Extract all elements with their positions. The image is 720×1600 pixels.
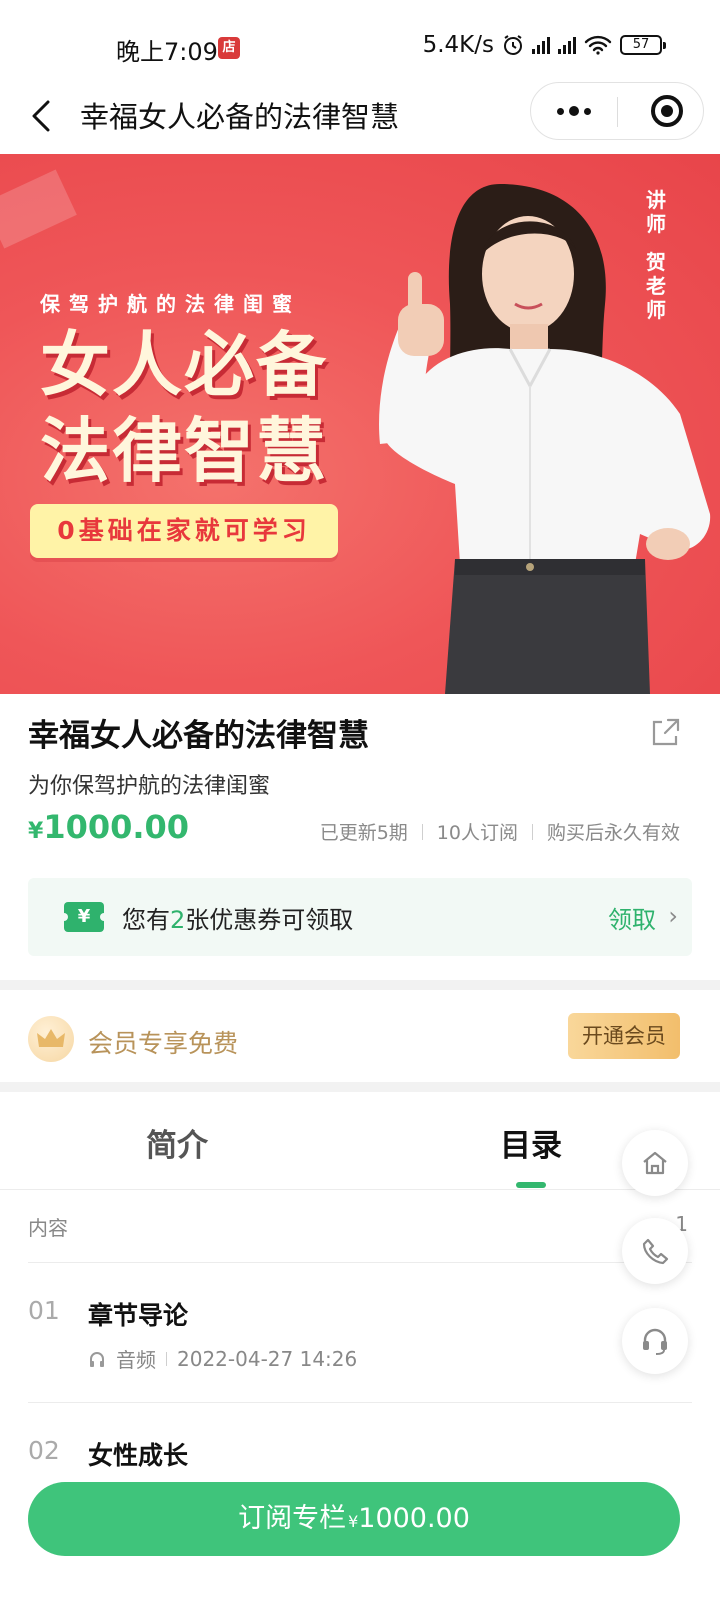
course-meta: 已更新5期 10人订阅 购买后永久有效 xyxy=(320,818,680,845)
tab-intro[interactable]: 简介 xyxy=(146,1120,208,1165)
coupon-banner[interactable]: ¥ 您有2张优惠券可领取 领取 › xyxy=(28,878,692,956)
dot-icon xyxy=(557,107,564,115)
banner-headline-line2: 法律智慧 xyxy=(40,410,328,492)
lesson-number: 01 xyxy=(28,1296,60,1325)
lesson-date: 2022-04-27 14:26 xyxy=(177,1346,358,1371)
chevron-right-icon: › xyxy=(668,902,678,930)
banner-headline: 女人必备 法律智慧 xyxy=(40,322,328,494)
list-item[interactable]: 01 章节导论 音频 2022-04-27 14:26 xyxy=(28,1296,692,1376)
price-value: 1000.00 xyxy=(43,808,190,846)
lesson-title: 女性成长 xyxy=(88,1441,189,1470)
banner-pill: 0基础在家就可学习 xyxy=(30,504,338,558)
back-button[interactable] xyxy=(24,94,64,138)
home-button[interactable] xyxy=(622,1130,688,1196)
coupon-claim-link[interactable]: 领取 xyxy=(608,900,656,935)
nav-title: 幸福女人必备的法律智慧 xyxy=(80,100,400,134)
shop-app-badge: 店 xyxy=(218,37,240,59)
dot-icon xyxy=(569,106,579,116)
banner-decoration xyxy=(0,169,77,249)
section-divider xyxy=(0,980,720,990)
lecturer-name: 贺老师 xyxy=(646,250,666,322)
course-subtitle: 为你保驾护航的法律闺蜜 xyxy=(28,774,271,799)
share-icon xyxy=(652,718,680,746)
content-tabs: 简介 目录 xyxy=(0,1100,720,1190)
lesson-number: 02 xyxy=(28,1436,60,1465)
capsule-divider xyxy=(617,97,618,127)
lesson-type: 音频 xyxy=(116,1348,156,1372)
row-divider xyxy=(28,1402,692,1403)
phone-icon xyxy=(642,1238,669,1265)
mini-program-capsule xyxy=(530,82,704,140)
share-button[interactable] xyxy=(648,716,682,750)
status-indicators: 5.4K/s 57 xyxy=(422,32,666,58)
price-currency: ¥ xyxy=(28,819,44,844)
status-bar: 晚上7:09 店 5.4K/s 57 xyxy=(0,0,720,80)
subscribe-price: 1000.00 xyxy=(358,1503,470,1534)
close-mini-program-button[interactable] xyxy=(631,83,703,139)
alarm-icon xyxy=(504,35,522,55)
customer-service-button[interactable] xyxy=(622,1308,688,1374)
subscribe-currency: ¥ xyxy=(348,1512,359,1531)
banner-headline-line1: 女人必备 xyxy=(40,324,328,406)
home-icon xyxy=(643,1151,667,1175)
signal-hd2-icon xyxy=(558,36,576,54)
lecturer-tag: 讲师 贺老师 xyxy=(644,188,668,322)
list-header-label: 内容 xyxy=(28,1216,68,1240)
lecturer-role: 讲师 xyxy=(646,188,666,236)
course-title: 幸福女人必备的法律智慧 xyxy=(28,718,369,754)
meta-validity: 购买后永久有效 xyxy=(546,822,680,844)
more-button[interactable] xyxy=(531,83,617,139)
target-close-icon xyxy=(651,95,683,127)
status-time: 晚上7:09 xyxy=(116,38,218,66)
nav-bar: 幸福女人必备的法律智慧 xyxy=(0,80,720,154)
tab-catalog[interactable]: 目录 xyxy=(500,1120,562,1165)
course-banner: 保驾护航的法律闺蜜 女人必备 法律智慧 0基础在家就可学习 讲师 贺老师 xyxy=(0,154,720,694)
lesson-meta: 音频 2022-04-27 14:26 xyxy=(88,1344,357,1373)
open-membership-button[interactable]: 开通会员 xyxy=(568,1013,680,1059)
member-free-text: 会员专享免费 xyxy=(88,1029,239,1058)
wifi-icon xyxy=(584,35,612,55)
battery-icon: 57 xyxy=(620,35,666,55)
row-divider xyxy=(28,1262,692,1263)
course-price: ¥1000.00 xyxy=(28,808,189,846)
phone-button[interactable] xyxy=(622,1218,688,1284)
headset-icon xyxy=(643,1328,667,1355)
subscribe-button[interactable]: 订阅专栏 ¥1000.00 xyxy=(28,1482,680,1556)
bottom-bar: 订阅专栏 ¥1000.00 xyxy=(0,1468,720,1600)
net-speed: 5.4K/s xyxy=(422,32,494,58)
list-header: 内容 1 xyxy=(28,1212,688,1241)
subscribe-label: 订阅专栏 xyxy=(238,1503,347,1534)
dot-icon xyxy=(584,107,591,115)
crown-icon xyxy=(28,1016,74,1062)
meta-updates: 已更新5期 xyxy=(319,822,408,844)
signal-hd1-icon xyxy=(532,36,550,54)
coupon-icon: ¥ xyxy=(60,902,108,932)
chevron-left-icon xyxy=(32,100,50,132)
headphones-icon xyxy=(90,1351,104,1367)
meta-subscribers: 10人订阅 xyxy=(436,822,518,844)
tab-active-indicator xyxy=(516,1182,546,1188)
member-row: 会员专享免费 开通会员 xyxy=(0,998,720,1092)
coupon-text: 您有2张优惠券可领取 xyxy=(122,906,354,934)
banner-subtitle: 保驾护航的法律闺蜜 xyxy=(40,292,301,316)
section-divider xyxy=(0,1082,720,1092)
lesson-title: 章节导论 xyxy=(88,1301,189,1330)
